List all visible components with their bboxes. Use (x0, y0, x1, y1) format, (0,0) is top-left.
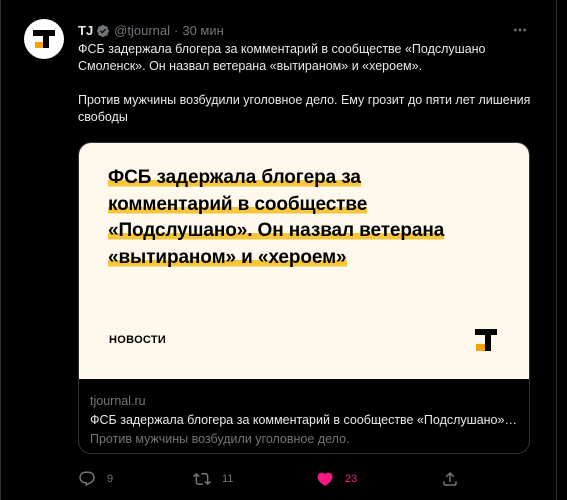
retweet-button[interactable]: 11 (193, 470, 233, 488)
card-domain: tjournal.ru (90, 394, 146, 408)
card-headline-line: «Подслушано». Он назвал ветерана (108, 220, 445, 241)
reply-count: 9 (107, 473, 114, 485)
tweet-text: ФСБ задержала блогера за комментарий в с… (78, 41, 538, 126)
card-headline-line: комментарий в сообществе (108, 193, 368, 215)
tweet-header: TJ @tjournal · 30 мин (78, 22, 224, 40)
card-headline-line: «вытираном» и «хероем» (108, 246, 347, 268)
share-icon (441, 470, 459, 488)
author-handle[interactable]: @tjournal (114, 22, 170, 40)
link-card[interactable]: ФСБ задержала блогера за комментарий в с… (78, 142, 530, 454)
card-headline: ФСБ задержала блогера за комментарий в с… (108, 165, 508, 271)
tweet-time[interactable]: 30 мин (182, 22, 223, 40)
tweet-actions: 9 11 23 (78, 470, 463, 490)
card-section-label: НОВОСТИ (109, 334, 167, 346)
like-icon (316, 470, 334, 488)
tweet-paragraph: ФСБ задержала блогера за комментарий в с… (78, 42, 486, 73)
reply-icon (78, 470, 96, 488)
share-button[interactable] (441, 470, 459, 488)
reply-button[interactable]: 9 (78, 470, 113, 488)
like-count: 23 (345, 473, 358, 485)
like-button[interactable]: 23 (316, 470, 357, 488)
verified-icon (96, 24, 110, 38)
card-meta: tjournal.ru ФСБ задержала блогера за ком… (79, 379, 529, 449)
card-headline-line: ФСБ задержала блогера за (108, 167, 361, 188)
card-description: Против мужчины возбудили уголовное дело. (90, 432, 350, 446)
author-name[interactable]: TJ (78, 22, 93, 40)
tweet-container: TJ @tjournal · 30 мин ФСБ задержала блог… (0, 0, 557, 500)
tweet-paragraph: Против мужчины возбудили уголовное дело.… (78, 93, 531, 124)
retweet-count: 11 (222, 473, 234, 485)
avatar[interactable] (24, 19, 64, 59)
card-image: ФСБ задержала блогера за комментарий в с… (79, 143, 529, 379)
tj-logo-avatar-icon (33, 30, 55, 48)
separator-dot: · (174, 23, 179, 38)
retweet-icon (193, 470, 211, 488)
tj-logo-icon (475, 329, 497, 351)
card-title: ФСБ задержала блогера за комментарий в с… (90, 413, 518, 427)
more-icon[interactable] (509, 19, 531, 41)
